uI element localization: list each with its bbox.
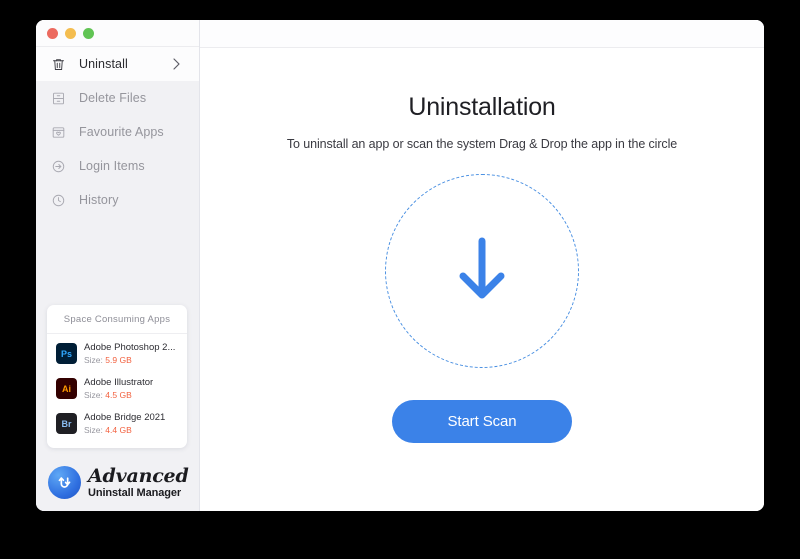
size-value: 4.4 GB xyxy=(105,425,132,435)
sidebar-item-uninstall[interactable]: Uninstall xyxy=(36,47,199,81)
list-item[interactable]: Ai Adobe Illustrator Size: 4.5 GB xyxy=(47,369,187,404)
start-scan-button[interactable]: Start Scan xyxy=(392,400,572,443)
app-size: Size: 4.4 GB xyxy=(84,424,165,436)
app-window: Uninstall Delete Files Favourite Apps Lo… xyxy=(36,20,764,511)
brand-logo: Advanced Uninstall Manager xyxy=(48,466,189,499)
drag-drop-zone[interactable] xyxy=(385,174,579,368)
size-value: 5.9 GB xyxy=(105,355,132,365)
sidebar-nav: Uninstall Delete Files Favourite Apps Lo… xyxy=(36,47,199,217)
page-title: Uninstallation xyxy=(408,93,556,121)
screen: Uninstall Delete Files Favourite Apps Lo… xyxy=(0,0,800,559)
sidebar-item-favourite-apps[interactable]: Favourite Apps xyxy=(36,115,199,149)
space-consuming-apps-card: Space Consuming Apps Ps Adobe Photoshop … xyxy=(47,305,187,448)
space-consuming-apps-title: Space Consuming Apps xyxy=(47,305,187,334)
close-button[interactable] xyxy=(47,27,58,39)
window-titlebar-right xyxy=(200,20,764,48)
app-size: Size: 4.5 GB xyxy=(84,389,153,401)
page-subtitle: To uninstall an app or scan the system D… xyxy=(286,137,678,151)
list-item[interactable]: Br Adobe Bridge 2021 Size: 4.4 GB xyxy=(47,404,187,439)
sidebar-item-history[interactable]: History xyxy=(36,183,199,217)
app-name: Adobe Bridge 2021 xyxy=(84,412,166,423)
sidebar-item-label: History xyxy=(79,193,119,207)
window-titlebar-left xyxy=(36,20,199,47)
sidebar: Uninstall Delete Files Favourite Apps Lo… xyxy=(36,20,200,511)
sidebar-item-label: Favourite Apps xyxy=(79,125,164,139)
drawer-icon xyxy=(50,90,67,107)
uninstallation-panel: Uninstallation To uninstall an app or sc… xyxy=(200,48,764,511)
size-label: Size: xyxy=(84,425,103,435)
size-label: Size: xyxy=(84,355,103,365)
uninstall-manager-logo-icon xyxy=(48,466,81,499)
list-item[interactable]: Ps Adobe Photoshop 2... Size: 5.9 GB xyxy=(47,334,187,369)
minimize-button[interactable] xyxy=(65,27,76,39)
clock-icon xyxy=(50,192,67,209)
main-content: Uninstallation To uninstall an app or sc… xyxy=(200,20,764,511)
sidebar-item-label: Delete Files xyxy=(79,91,147,105)
trash-icon xyxy=(50,56,67,73)
login-arrow-icon xyxy=(50,158,67,175)
app-name: Adobe Photoshop 2... xyxy=(84,342,176,353)
zoom-button[interactable] xyxy=(83,27,94,39)
bridge-icon: Br xyxy=(56,413,77,434)
sidebar-item-label: Uninstall xyxy=(79,57,128,71)
sidebar-item-delete-files[interactable]: Delete Files xyxy=(36,81,199,115)
app-name: Adobe Illustrator xyxy=(84,377,154,388)
illustrator-icon: Ai xyxy=(56,378,77,399)
sidebar-item-login-items[interactable]: Login Items xyxy=(36,149,199,183)
brand-subtitle: Uninstall Manager xyxy=(88,486,182,499)
size-label: Size: xyxy=(84,390,103,400)
brand-title: Advanced xyxy=(88,464,189,487)
chevron-right-icon xyxy=(172,58,181,71)
photoshop-icon: Ps xyxy=(56,343,77,364)
app-size: Size: 5.9 GB xyxy=(84,354,175,366)
size-value: 4.5 GB xyxy=(105,390,132,400)
download-arrow-icon xyxy=(454,233,510,310)
window-heart-icon xyxy=(50,124,67,141)
sidebar-item-label: Login Items xyxy=(79,159,145,173)
